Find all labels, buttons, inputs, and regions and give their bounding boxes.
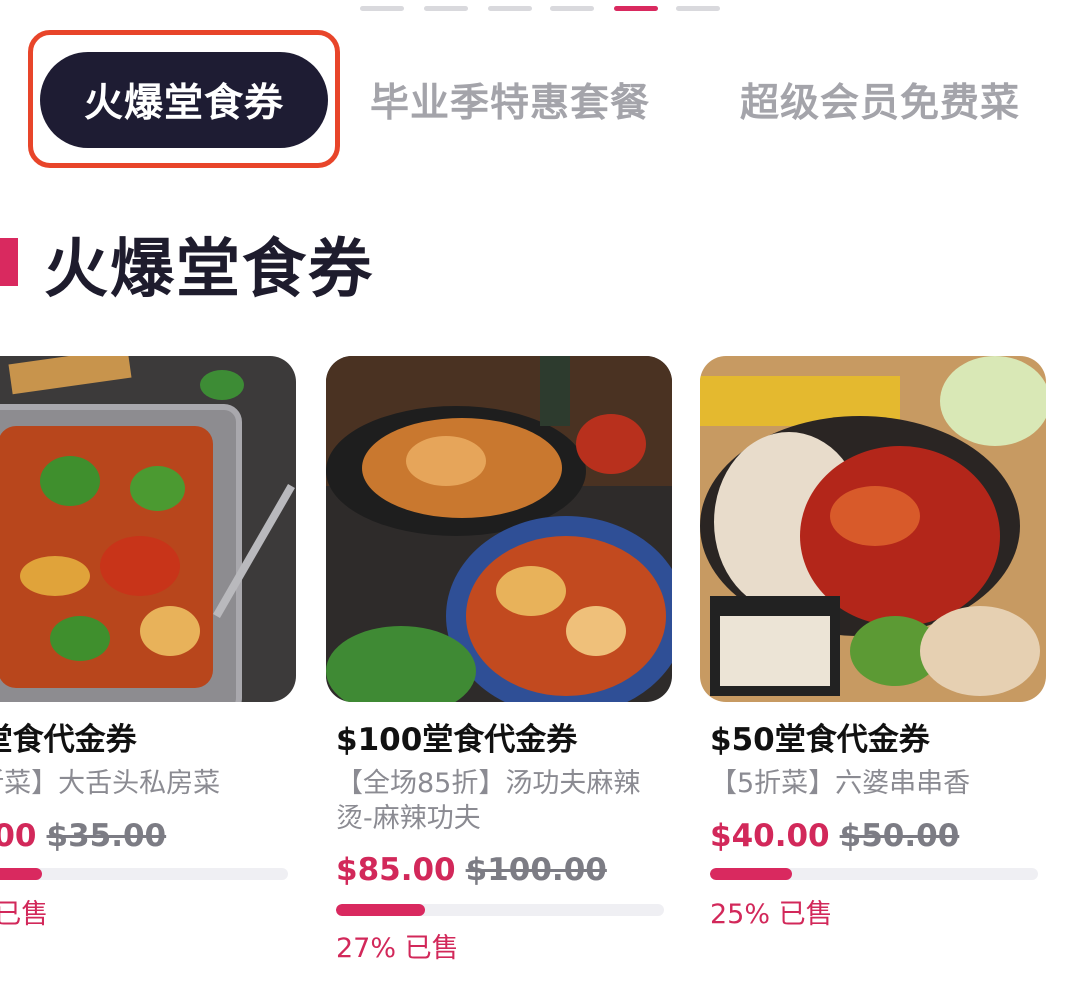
original-price: $35.00 (46, 818, 167, 854)
tab-graduation-deals[interactable]: 毕业季特惠套餐 (360, 52, 660, 148)
section-title: 火爆堂食券 (44, 233, 374, 307)
food-photo[interactable] (326, 356, 672, 702)
voucher-name: $50堂食代金券 (710, 722, 930, 758)
sold-progress-bar (336, 904, 664, 916)
food-photo[interactable] (700, 356, 1046, 702)
sale-price: $40.00 (710, 818, 830, 854)
sold-progress-bar (0, 868, 288, 880)
original-price: $50.00 (839, 818, 960, 854)
sold-percentage: 27% 已售 (336, 933, 459, 964)
voucher-description: 【全场85折】汤功夫麻辣烫-麻辣功夫 (336, 768, 641, 834)
tab-hot-dine-in-vouchers[interactable]: 火爆堂食券 (40, 52, 328, 148)
page-dot[interactable] (676, 6, 720, 11)
sold-progress-fill (0, 868, 42, 880)
page-dot[interactable] (424, 6, 468, 11)
page-dot[interactable] (550, 6, 594, 11)
page-dot[interactable] (488, 6, 532, 11)
sale-price: 0.00 (0, 818, 37, 854)
voucher-name: $100堂食代金券 (336, 722, 578, 758)
food-photo[interactable] (0, 356, 296, 702)
sold-percentage: 25% 已售 (710, 899, 833, 930)
sold-progress-fill (336, 904, 425, 916)
page-dot-active[interactable] (614, 6, 658, 11)
price-row: $85.00 $100.00 (336, 852, 607, 888)
sold-progress-bar (710, 868, 1038, 880)
section-accent-bar (0, 238, 18, 286)
page-dot[interactable] (360, 6, 404, 11)
sold-percentage: % 已售 (0, 899, 49, 930)
price-row: 0.00$35.00 (0, 818, 166, 854)
sale-price: $85.00 (336, 852, 456, 888)
voucher-description: 5折菜】大舌头私房菜 (0, 768, 221, 799)
price-row: $40.00 $50.00 (710, 818, 959, 854)
original-price: $100.00 (465, 852, 607, 888)
page-indicator (0, 6, 1080, 12)
voucher-name: 5堂食代金券 (0, 722, 137, 758)
voucher-description: 【5折菜】六婆串串香 (710, 768, 971, 799)
tab-member-free-dishes[interactable]: 超级会员免费菜 (730, 52, 1030, 148)
sold-progress-fill (710, 868, 792, 880)
